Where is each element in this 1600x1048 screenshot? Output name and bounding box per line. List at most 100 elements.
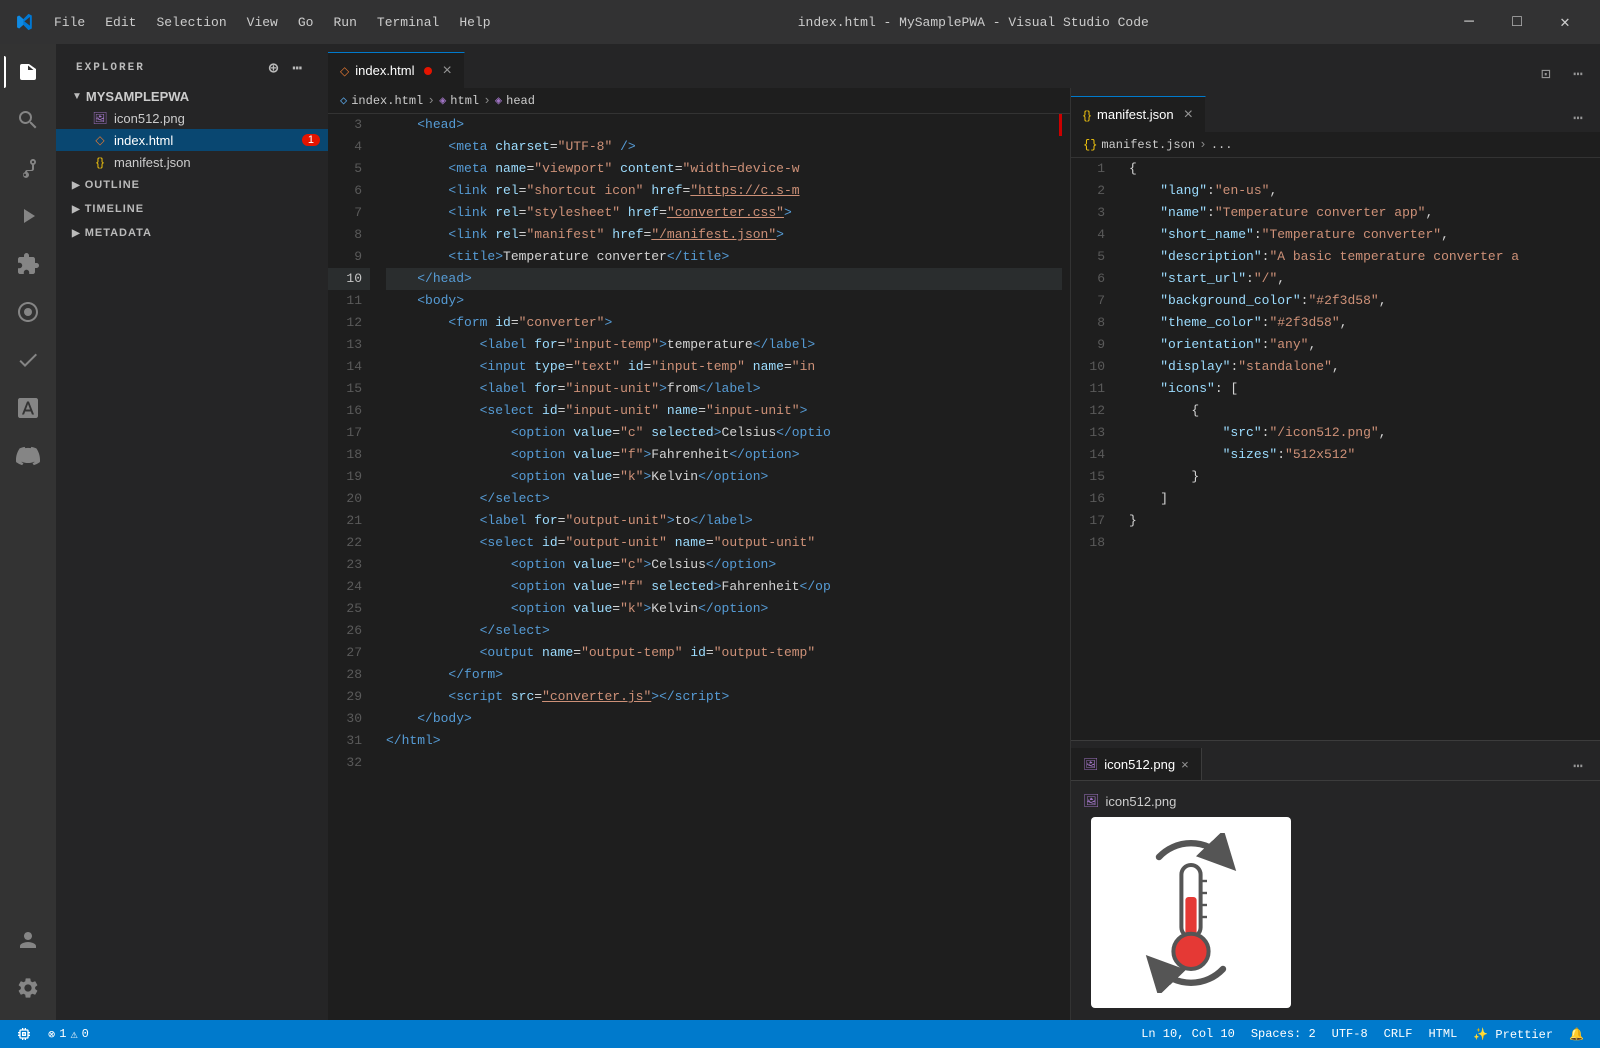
activity-account[interactable] [4, 916, 52, 964]
status-spaces: Spaces: 2 [1251, 1027, 1316, 1041]
breadcrumb-indexhtml[interactable]: ◇ [340, 93, 347, 108]
activity-explorer[interactable] [4, 48, 52, 96]
code-editor-left[interactable]: 3 4 5 6 7 8 9 10 11 12 13 14 15 16 [328, 114, 1070, 1020]
metadata-label: METADATA [85, 227, 152, 239]
sidebar-header-label: EXPLORER [76, 62, 145, 74]
sidebar-section-outline[interactable]: ▶ OUTLINE [56, 173, 328, 197]
tab-indexhtml[interactable]: ◇ index.html × [328, 52, 465, 88]
code-line-23: <option value="c">Celsius</option> [386, 554, 1062, 576]
menu-view[interactable]: View [237, 11, 288, 34]
menu-terminal[interactable]: Terminal [367, 11, 449, 34]
activity-extensions[interactable] [4, 240, 52, 288]
tab-manifest-close-button[interactable]: × [1184, 106, 1193, 124]
manifest-line-11: "icons": [ [1129, 378, 1592, 400]
code-line-22: <select id="output-unit" name="output-un… [386, 532, 1062, 554]
sidebar-new-file-icon[interactable]: ⊕ [265, 56, 285, 80]
sidebar-folder-mysamplepwa[interactable]: ▼ MYSAMPLEPWA [56, 86, 328, 107]
menu-file[interactable]: File [44, 11, 95, 34]
status-prettier-label: ✨ Prettier [1473, 1027, 1553, 1042]
menu-selection[interactable]: Selection [146, 11, 236, 34]
tab-manifest-label: manifest.json [1097, 107, 1174, 122]
close-button[interactable]: ✕ [1542, 6, 1588, 38]
activity-source-control[interactable] [4, 144, 52, 192]
status-language[interactable]: HTML [1420, 1027, 1465, 1041]
code-line-6: <link rel="shortcut icon" href="https://… [386, 180, 1062, 202]
search-icon [16, 108, 40, 132]
manifest-more-button[interactable]: ⋯ [1564, 104, 1592, 132]
error-indicator [1059, 114, 1062, 136]
sidebar-item-manifest-label: manifest.json [114, 155, 191, 170]
timeline-label: TIMELINE [85, 203, 144, 215]
code-line-29: <script src="converter.js"></script> [386, 686, 1062, 708]
activity-search[interactable] [4, 96, 52, 144]
status-line-ending[interactable]: CRLF [1376, 1027, 1421, 1041]
manifest-file-icon: {} [92, 154, 108, 170]
activity-settings[interactable] [4, 964, 52, 1012]
code-line-26: </select> [386, 620, 1062, 642]
indexhtml-badge: 1 [302, 134, 320, 146]
status-encoding-label: UTF-8 [1332, 1027, 1368, 1041]
icon-preview-container: 🖼 icon512.png [1071, 781, 1600, 1020]
sidebar-more-icon[interactable]: ⋯ [288, 56, 308, 80]
status-cursor-position[interactable]: Ln 10, Col 10 [1133, 1027, 1243, 1041]
sidebar-tree: ▼ MYSAMPLEPWA 🖼 icon512.png ◇ index.html… [56, 86, 328, 1020]
status-prettier[interactable]: ✨ Prettier [1465, 1027, 1561, 1042]
manifest-line-7: "background_color": "#2f3d58", [1129, 290, 1592, 312]
code-line-21: <label for="output-unit">to</label> [386, 510, 1062, 532]
activity-font[interactable] [4, 384, 52, 432]
indexhtml-file-icon: ◇ [92, 132, 108, 148]
menu-edit[interactable]: Edit [95, 11, 146, 34]
minimize-button[interactable]: ─ [1446, 6, 1492, 38]
titlebar: File Edit Selection View Go Run Terminal… [0, 0, 1600, 44]
manifest-line-13: "src": "/icon512.png", [1129, 422, 1592, 444]
metadata-chevron-icon: ▶ [72, 228, 81, 239]
manifest-code-content[interactable]: { "lang": "en-us", "name": "Temperature … [1121, 158, 1600, 740]
status-ln-col: Ln 10, Col 10 [1141, 1027, 1235, 1041]
sidebar-item-icon512[interactable]: 🖼 icon512.png [56, 107, 328, 129]
sidebar-section-timeline[interactable]: ▶ TIMELINE [56, 197, 328, 221]
status-error-count: 1 [59, 1027, 66, 1041]
breadcrumb-sep1: › [427, 93, 435, 108]
menu-help[interactable]: Help [449, 11, 500, 34]
sidebar-item-indexhtml[interactable]: ◇ index.html 1 [56, 129, 328, 151]
code-content-left[interactable]: <head> <meta charset="UTF-8" /> <meta na… [378, 114, 1070, 1020]
tab-manifestjson[interactable]: {} manifest.json × [1071, 96, 1206, 132]
editor-split: ◇ index.html › ◈ html › ◈ head 3 4 5 6 7 [328, 88, 1600, 1020]
sidebar-item-indexhtml-label: index.html [114, 133, 173, 148]
tab-icon512[interactable]: 🖼 icon512.png × [1071, 748, 1202, 780]
split-editor-button[interactable]: ⊡ [1532, 60, 1560, 88]
thermometer-svg [1111, 833, 1271, 993]
status-errors[interactable]: ⊗ 1 ⚠ 0 [40, 1020, 97, 1048]
manifest-breadcrumb-dots: ... [1211, 138, 1233, 152]
maximize-button[interactable]: □ [1494, 6, 1540, 38]
status-encoding[interactable]: UTF-8 [1324, 1027, 1376, 1041]
tab-indexhtml-dirty-indicator [424, 67, 432, 75]
manifest-breadcrumb-label: manifest.json [1101, 138, 1195, 152]
tab-bar-actions: ⊡ ⋯ [1524, 60, 1600, 88]
tab-more-button[interactable]: ⋯ [1564, 60, 1592, 88]
sidebar-item-manifestjson[interactable]: {} manifest.json [56, 151, 328, 173]
code-line-31: </html> [386, 730, 1062, 752]
right-pane-top: {} manifest.json × ⋯ {} manifest.json › [1071, 88, 1600, 740]
status-warning-icon: ⚠ [70, 1027, 77, 1042]
status-indentation[interactable]: Spaces: 2 [1243, 1027, 1324, 1041]
status-notifications[interactable]: 🔔 [1561, 1027, 1592, 1042]
menu-bar: File Edit Selection View Go Run Terminal… [44, 11, 501, 34]
breadcrumb-sep2: › [483, 93, 491, 108]
activity-testing[interactable] [4, 336, 52, 384]
activity-discord[interactable] [4, 432, 52, 480]
tab-indexhtml-icon: ◇ [340, 64, 349, 78]
status-remote-icon[interactable] [8, 1020, 40, 1048]
tab-icon512-close-button[interactable]: × [1181, 757, 1189, 772]
icon-more-button[interactable]: ⋯ [1564, 752, 1592, 780]
breadcrumb-bar-left: ◇ index.html › ◈ html › ◈ head [328, 88, 1070, 114]
activity-run-debug[interactable] [4, 192, 52, 240]
tab-indexhtml-close-button[interactable]: × [442, 62, 451, 80]
menu-run[interactable]: Run [323, 11, 366, 34]
menu-go[interactable]: Go [288, 11, 324, 34]
code-line-3: <head> [386, 114, 1062, 136]
manifest-editor[interactable]: 12345 678910 1112131415 161718 { "lang":… [1071, 158, 1600, 740]
activity-remote[interactable] [4, 288, 52, 336]
manifest-line-18 [1129, 532, 1592, 554]
sidebar-section-metadata[interactable]: ▶ METADATA [56, 221, 328, 245]
